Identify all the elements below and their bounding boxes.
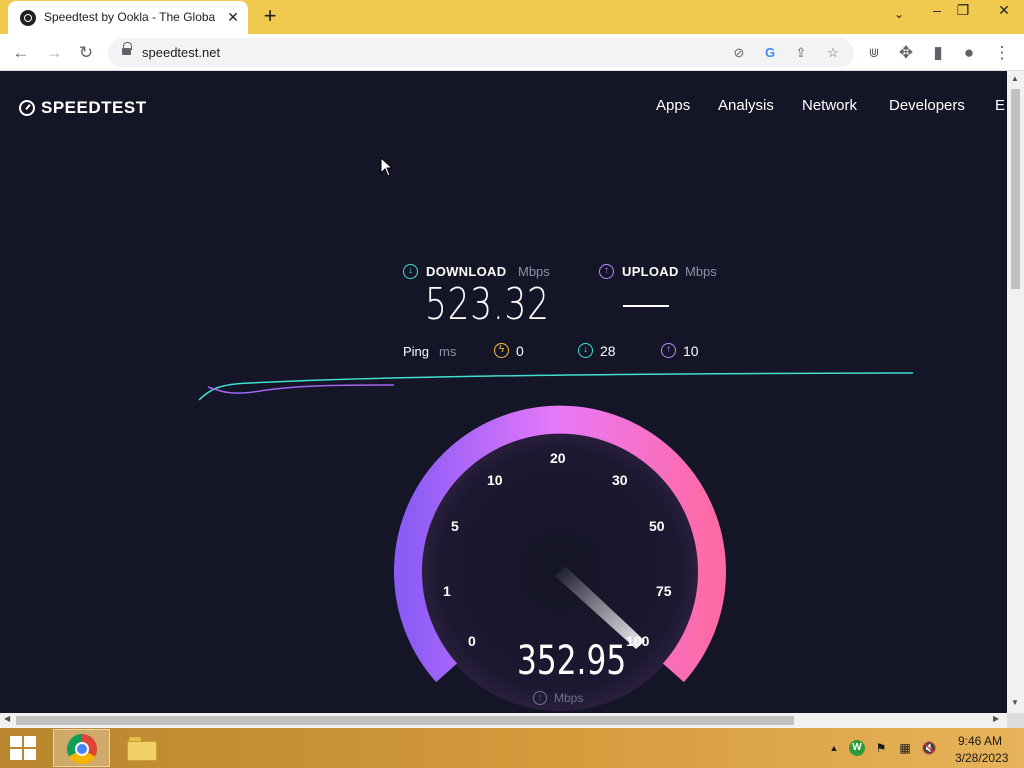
scroll-up-arrow-icon[interactable]: ▲ [1011, 74, 1019, 83]
gauge-tick-10: 10 [487, 472, 503, 488]
side-panel-icon[interactable]: ▮ [926, 41, 950, 65]
speed-graph-and-gauge [198, 372, 914, 711]
extension-icon[interactable]: ⋓ [862, 41, 886, 65]
upload-graph-line [207, 384, 395, 394]
url-text[interactable]: speedtest.net [142, 45, 220, 60]
forward-arrow-icon[interactable]: → [42, 41, 66, 65]
gauge-unit: Mbps [554, 691, 584, 705]
mouse-cursor-icon [380, 157, 394, 177]
volume-muted-icon[interactable]: 🔇 [921, 740, 937, 756]
horizontal-scrollbar[interactable]: ◀ ▶ [0, 713, 1007, 728]
show-hidden-icons-chevron-icon[interactable]: ▲ [826, 740, 842, 756]
horizontal-scroll-thumb[interactable] [16, 716, 794, 725]
browser-toolbar: ← → ↻ speedtest.net ⊘ G ⇪ ☆ ⋓ ✥ ▮ ● ⋮ [0, 34, 1024, 71]
speedtest-favicon-icon [20, 10, 36, 26]
taskbar-file-explorer-button[interactable] [127, 735, 159, 761]
network-icon[interactable]: ▦ [897, 740, 913, 756]
scrollbar-corner [1007, 713, 1024, 728]
windows-taskbar: ▲ W ⚑ ▦ 🔇 9:46 AM 3/28/2023 [0, 728, 1024, 768]
profile-avatar-icon[interactable]: ● [957, 41, 981, 65]
gauge-tick-0: 0 [468, 633, 476, 649]
tab-title: Speedtest by Ookla - The Global [44, 10, 216, 24]
gauge-upload-arrow-icon: ↑ [533, 691, 547, 705]
menu-kebab-icon[interactable]: ⋮ [990, 41, 1014, 65]
clock-time[interactable]: 9:46 AM [958, 734, 1002, 748]
close-tab-icon[interactable]: ✕ [225, 8, 241, 26]
gauge-tick-100: 100 [626, 633, 650, 649]
action-center-flag-icon[interactable]: ⚑ [873, 740, 889, 756]
speedtest-page: SPEEDTEST Apps Analysis Network Develope… [0, 71, 1007, 713]
gauge-tick-5: 5 [451, 518, 459, 534]
share-icon[interactable]: ⇪ [792, 44, 810, 62]
tab-search-chevron-icon[interactable]: ⌄ [888, 7, 910, 27]
clock-date[interactable]: 3/28/2023 [955, 751, 1008, 765]
address-bar[interactable]: speedtest.net ⊘ G ⇪ ☆ [108, 38, 854, 67]
extensions-puzzle-icon[interactable]: ✥ [894, 41, 918, 65]
new-tab-button[interactable]: + [258, 5, 282, 29]
chrome-logo-icon [67, 734, 97, 764]
gauge-tick-75: 75 [656, 583, 672, 599]
lock-icon[interactable] [122, 42, 132, 57]
windows-start-icon[interactable] [10, 736, 38, 760]
restore-window-button[interactable]: ❐ [948, 0, 978, 22]
file-explorer-folder-icon [127, 741, 157, 761]
scroll-down-arrow-icon[interactable]: ▼ [1011, 698, 1019, 707]
gauge-current-value: 352.95 [517, 638, 627, 684]
gauge-tick-30: 30 [612, 472, 628, 488]
gauge-tick-1: 1 [443, 583, 451, 599]
gauge-tick-50: 50 [649, 518, 665, 534]
reload-icon[interactable]: ↻ [74, 41, 98, 65]
blocked-popup-icon[interactable]: ⊘ [730, 44, 748, 62]
taskbar-chrome-button[interactable] [53, 729, 110, 767]
gauge-tick-20: 20 [550, 450, 566, 466]
scroll-left-arrow-icon[interactable]: ◀ [4, 714, 10, 723]
vertical-scrollbar[interactable]: ▲ ▼ [1007, 71, 1024, 713]
browser-title-bar: Speedtest by Ookla - The Global ✕ + ⌄ – … [0, 0, 1024, 34]
tray-app-icon[interactable]: W [849, 740, 865, 756]
google-translate-icon[interactable]: G [761, 44, 779, 62]
browser-tab[interactable]: Speedtest by Ookla - The Global ✕ [8, 1, 248, 34]
scroll-right-arrow-icon[interactable]: ▶ [993, 714, 999, 723]
close-window-button[interactable]: ✕ [984, 0, 1024, 22]
vertical-scroll-thumb[interactable] [1011, 89, 1020, 289]
bookmark-star-icon[interactable]: ☆ [824, 44, 842, 62]
back-arrow-icon[interactable]: ← [9, 41, 33, 65]
